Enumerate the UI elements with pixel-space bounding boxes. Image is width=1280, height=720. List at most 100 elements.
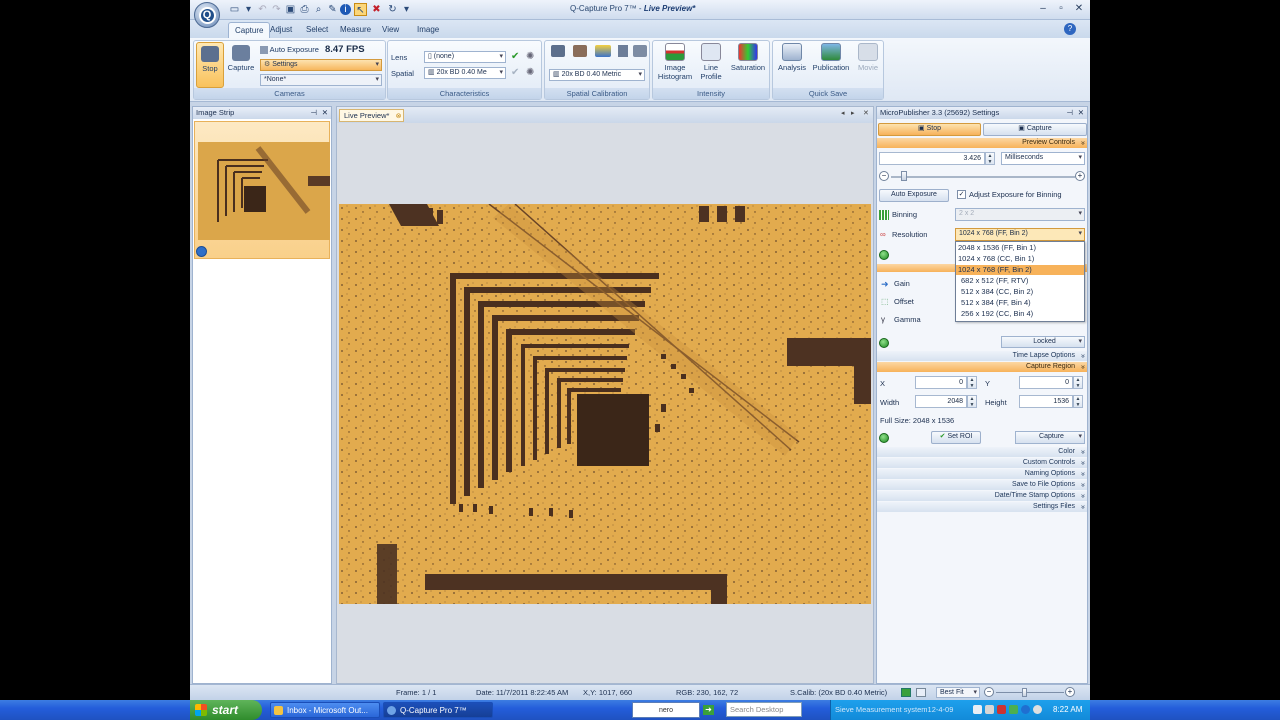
calibration-menu-icon[interactable] xyxy=(618,45,628,57)
refresh-icon[interactable]: ↻ xyxy=(386,3,399,16)
region-capture-button[interactable]: Capture xyxy=(1015,431,1085,444)
zoom-slider-track[interactable] xyxy=(996,692,1064,693)
resolution-option-2048x1536[interactable]: 2048 x 1536 (FF, Bin 1) xyxy=(956,243,1084,253)
panel-capture-button[interactable]: ▣ Capture xyxy=(983,123,1087,136)
grid-view-icon[interactable] xyxy=(916,688,926,697)
slider-increase-icon[interactable]: + xyxy=(1075,171,1085,181)
saturation-button[interactable]: Saturation xyxy=(727,43,769,72)
spatial-apply-icon[interactable]: ✔ xyxy=(511,67,519,78)
calibration-tool-icon[interactable] xyxy=(573,45,587,57)
close-button[interactable]: ✕ xyxy=(1070,3,1088,16)
tab-scroll-right-icon[interactable]: ▸ xyxy=(851,109,855,117)
calibration-manage-icon[interactable] xyxy=(633,45,647,57)
resolution-option-256x192[interactable]: 256 x 192 (CC, Bin 4) xyxy=(956,309,1084,319)
exposure-spinner[interactable]: ▲ ▼ xyxy=(985,152,995,165)
tab-select[interactable]: Select xyxy=(300,22,334,38)
start-button[interactable]: start xyxy=(190,700,262,720)
spatial-dropdown[interactable]: ▥ 20x BD 0.40 Me xyxy=(424,67,506,79)
resolution-dropdown[interactable]: 1024 x 768 (FF, Bin 2) xyxy=(955,228,1085,241)
width-spinner[interactable]: ▲ ▼ xyxy=(967,395,977,408)
tab-close-icon[interactable]: ⊗ xyxy=(396,111,402,122)
panel-stop-button[interactable]: ▣ Stop xyxy=(878,123,981,136)
exposure-slider-track[interactable] xyxy=(891,176,1075,178)
zoom-out-icon[interactable]: − xyxy=(984,687,994,697)
x-field[interactable]: 0 xyxy=(915,376,967,389)
refresh-adjust-icon[interactable] xyxy=(879,338,889,348)
new-icon[interactable]: ▭ xyxy=(228,3,241,16)
tray-icon-5[interactable] xyxy=(1021,705,1030,714)
tab-view[interactable]: View xyxy=(376,22,405,38)
pointer-icon[interactable]: ↖ xyxy=(354,3,367,16)
preset-dropdown[interactable]: *None* xyxy=(260,74,382,86)
exposure-unit-dropdown[interactable]: Milliseconds xyxy=(1001,152,1085,165)
exposure-slider-thumb[interactable] xyxy=(901,171,907,181)
delete-icon[interactable]: ✖ xyxy=(370,3,383,16)
open-icon[interactable]: ▾ xyxy=(242,3,255,16)
resolution-option-1024x768-ff[interactable]: 1024 x 768 (FF, Bin 2) xyxy=(956,265,1084,275)
y-field[interactable]: 0 xyxy=(1019,376,1073,389)
magnify-icon[interactable]: ⌕ xyxy=(312,3,325,16)
capture-button[interactable]: Capture xyxy=(227,42,255,88)
image-strip-close-icon[interactable]: ✕ xyxy=(322,107,328,119)
height-field[interactable]: 1536 xyxy=(1019,395,1073,408)
movie-button[interactable]: Movie xyxy=(853,43,883,72)
pin-icon[interactable]: ⊣ xyxy=(310,107,317,119)
resolution-option-1024x768-cc[interactable]: 1024 x 768 (CC, Bin 1) xyxy=(956,254,1084,264)
refresh-preview-icon[interactable] xyxy=(879,250,889,260)
exposure-field[interactable]: 3.426 xyxy=(879,152,985,165)
lens-dropdown[interactable]: ▯ (none) xyxy=(424,51,506,63)
save-icon[interactable]: ▣ xyxy=(284,3,297,16)
help-icon[interactable]: ? xyxy=(1064,23,1076,35)
auto-exposure-button[interactable]: Auto Exposure xyxy=(879,189,949,202)
calibration-ruler-icon[interactable] xyxy=(595,45,611,57)
settings-dropdown[interactable]: ⚙ Settings xyxy=(260,59,382,71)
time-lapse-header[interactable]: Time Lapse Options xyxy=(877,351,1087,361)
resolution-option-512x384-ff[interactable]: 512 x 384 (FF, Bin 4) xyxy=(956,298,1084,308)
tab-image[interactable]: Image xyxy=(411,22,445,38)
application-orb[interactable]: Q xyxy=(194,2,220,28)
brush-icon[interactable]: ✎ xyxy=(326,3,339,16)
tray-icon-3[interactable] xyxy=(997,705,1006,714)
resolution-option-682x512[interactable]: 682 x 512 (FF, RTV) xyxy=(956,276,1084,286)
search-go-icon[interactable]: ➜ xyxy=(703,705,714,715)
capture-region-header[interactable]: Capture Region xyxy=(877,362,1087,372)
spatial-settings-icon[interactable]: ✺ xyxy=(526,67,534,78)
zoom-dropdown[interactable]: Best Fit xyxy=(936,687,980,698)
height-spinner[interactable]: ▲ ▼ xyxy=(1073,395,1083,408)
live-preview-image[interactable] xyxy=(339,204,871,604)
taskbar-item-outlook[interactable]: Inbox - Microsoft Out... xyxy=(270,702,380,718)
undo-icon[interactable]: ↶ xyxy=(256,3,269,16)
info-icon[interactable]: i xyxy=(340,4,351,15)
calibrate-icon[interactable] xyxy=(551,45,565,57)
customize-icon[interactable]: ▾ xyxy=(400,3,413,16)
desktop-search-input[interactable]: Search Desktop xyxy=(726,702,802,717)
print-icon[interactable]: ⎙ xyxy=(298,3,311,16)
tray-icon-4[interactable] xyxy=(1009,705,1018,714)
y-spinner[interactable]: ▲ ▼ xyxy=(1073,376,1083,389)
set-roi-button[interactable]: ✔ Set ROI xyxy=(931,431,981,444)
datetime-stamp-header[interactable]: Date/Time Stamp Options xyxy=(877,491,1087,501)
play-icon[interactable] xyxy=(196,246,207,257)
preview-controls-header[interactable]: Preview Controls xyxy=(877,138,1087,148)
tab-live-preview[interactable]: Live Preview* ⊗ xyxy=(339,109,405,122)
adjust-binning-checkbox[interactable]: ✓ xyxy=(957,190,966,199)
save-to-file-header[interactable]: Save to File Options xyxy=(877,480,1087,490)
slider-decrease-icon[interactable]: − xyxy=(879,171,889,181)
locked-dropdown[interactable]: Locked xyxy=(1001,336,1085,348)
naming-options-header[interactable]: Naming Options xyxy=(877,469,1087,479)
nero-search-logo[interactable]: nero xyxy=(632,702,700,718)
binning-dropdown[interactable]: 2 x 2 xyxy=(955,208,1085,221)
settings-close-icon[interactable]: ✕ xyxy=(1078,107,1084,119)
lens-apply-icon[interactable]: ✔ xyxy=(511,51,519,62)
lens-settings-icon[interactable]: ✺ xyxy=(526,51,534,62)
analysis-button[interactable]: Analysis xyxy=(775,43,809,72)
view-mode-icon[interactable] xyxy=(901,688,911,697)
line-profile-button[interactable]: Line Profile xyxy=(697,43,725,81)
image-histogram-button[interactable]: Image Histogram xyxy=(657,43,693,81)
spatial-calibration-dropdown[interactable]: ▥ 20x BD 0.40 Metric xyxy=(549,69,645,81)
maximize-button[interactable]: ▫ xyxy=(1052,3,1070,16)
tab-measure[interactable]: Measure xyxy=(334,22,377,38)
redo-icon[interactable]: ↷ xyxy=(270,3,283,16)
refresh-region-icon[interactable] xyxy=(879,433,889,443)
zoom-in-icon[interactable]: + xyxy=(1065,687,1075,697)
